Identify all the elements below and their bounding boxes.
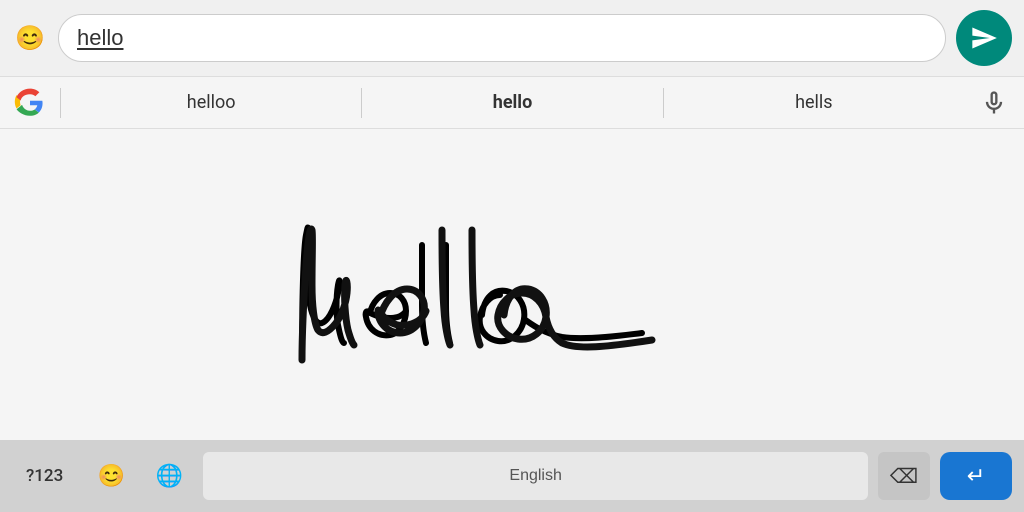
microphone-button[interactable] <box>964 89 1024 117</box>
suggestion-helloo[interactable]: helloo <box>61 84 361 121</box>
suggestion-hello[interactable]: hello <box>362 84 662 121</box>
handwriting-canvas[interactable] <box>0 129 1024 440</box>
message-input[interactable] <box>58 14 946 62</box>
handwriting-display <box>232 175 792 395</box>
numbers-button[interactable]: ?123 <box>12 452 77 500</box>
emoji-icon: 😊 <box>15 24 45 52</box>
delete-button[interactable]: ⌫ <box>878 452 930 500</box>
input-bar: 😊 <box>0 0 1024 77</box>
emoji-keyboard-button[interactable]: 😊 <box>87 452 135 500</box>
send-button[interactable] <box>956 10 1012 66</box>
spacebar-button[interactable]: English <box>203 452 868 500</box>
keyboard-bar: ?123 😊 🌐 English ⌫ ↵ <box>0 440 1024 512</box>
send-icon <box>970 24 998 52</box>
suggestions-bar: helloo hello hells <box>0 77 1024 129</box>
google-icon <box>14 87 46 119</box>
globe-button[interactable]: 🌐 <box>145 452 193 500</box>
suggestion-hells[interactable]: hells <box>664 84 964 121</box>
google-logo <box>0 87 60 119</box>
enter-button[interactable]: ↵ <box>940 452 1012 500</box>
emoji-button[interactable]: 😊 <box>12 20 48 56</box>
mic-icon <box>980 89 1008 117</box>
